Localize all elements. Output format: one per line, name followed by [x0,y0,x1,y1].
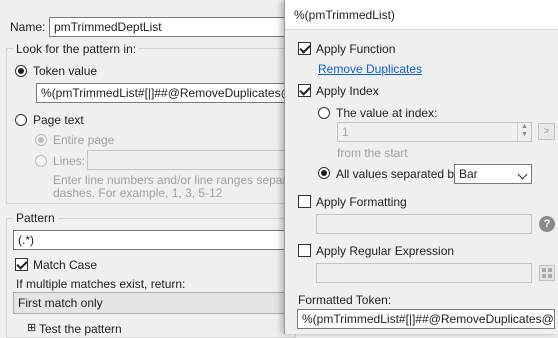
apply-index-label: Apply Index [316,84,379,98]
token-value-radio[interactable] [15,65,27,77]
token-formatting-popup: %(pmTrimmedList) Apply Function Remove D… [284,0,558,334]
apply-regex-label: Apply Regular Expression [316,244,455,258]
popup-title: %(pmTrimmedList) [285,0,558,30]
apply-function-checkbox[interactable] [298,42,311,55]
lines-input[interactable] [87,150,297,170]
index-go-button[interactable]: > [538,123,555,140]
formatted-token-field[interactable]: %(pmTrimmedList#[|]##@RemoveDuplicates@#… [297,309,555,329]
lines-radio[interactable] [35,155,47,167]
regex-input[interactable] [316,263,532,283]
page-text-label: Page text [33,113,84,127]
formatted-token-label: Formatted Token: [298,293,392,307]
token-value-field[interactable]: %(pmTrimmedList#[|]##@RemoveDuplicates@#… [36,83,296,103]
entire-page-label: Entire page [53,133,115,147]
multiple-matches-label: If multiple matches exist, return: [16,277,186,291]
lines-hint-line-1: Enter line numbers and/or line ranges se… [53,173,320,187]
apply-formatting-checkbox[interactable] [298,195,311,208]
look-for-group-title: Look for the pattern in: [13,42,140,56]
value-at-index-radio[interactable] [318,107,330,119]
name-input[interactable]: pmTrimmedDeptList [49,17,289,37]
match-case-checkbox[interactable] [15,258,28,271]
apply-regex-checkbox[interactable] [298,244,311,257]
apply-formatting-label: Apply Formatting [316,195,407,209]
entire-page-radio[interactable] [35,134,47,146]
apply-function-label: Apply Function [316,42,396,56]
token-value-label: Token value [33,64,98,78]
help-icon[interactable]: ? [539,216,555,232]
regex-builder-icon[interactable] [539,265,555,281]
lines-hint-line-2: dashes. For example, 1, 3, 5-12 [53,186,223,200]
chevron-down-icon [517,169,528,180]
value-at-index-label: The value at index: [336,106,438,120]
index-input[interactable]: 1 ▲ ▼ [337,122,532,142]
all-values-label: All values separated by: [336,167,464,181]
pattern-input[interactable]: (.*) [13,230,296,250]
index-value: 1 [342,125,349,139]
separator-selected-value: Bar [459,167,478,181]
separator-select[interactable]: Bar [454,164,532,184]
name-label: Name: [10,20,46,34]
test-pattern-expander-icon[interactable]: ⊞ [27,321,36,334]
lines-label: Lines: [53,154,86,168]
all-values-radio[interactable] [318,167,330,179]
page-text-radio[interactable] [15,114,27,126]
apply-index-checkbox[interactable] [298,84,311,97]
formatting-input[interactable] [316,214,532,234]
index-spinner[interactable]: ▲ ▼ [517,123,531,141]
from-start-label: from the start [337,146,408,160]
multiple-matches-select[interactable]: First match only [13,292,296,314]
pattern-group-title: Pattern [13,211,58,225]
match-case-label: Match Case [33,258,98,272]
remove-duplicates-link[interactable]: Remove Duplicates [318,62,422,76]
